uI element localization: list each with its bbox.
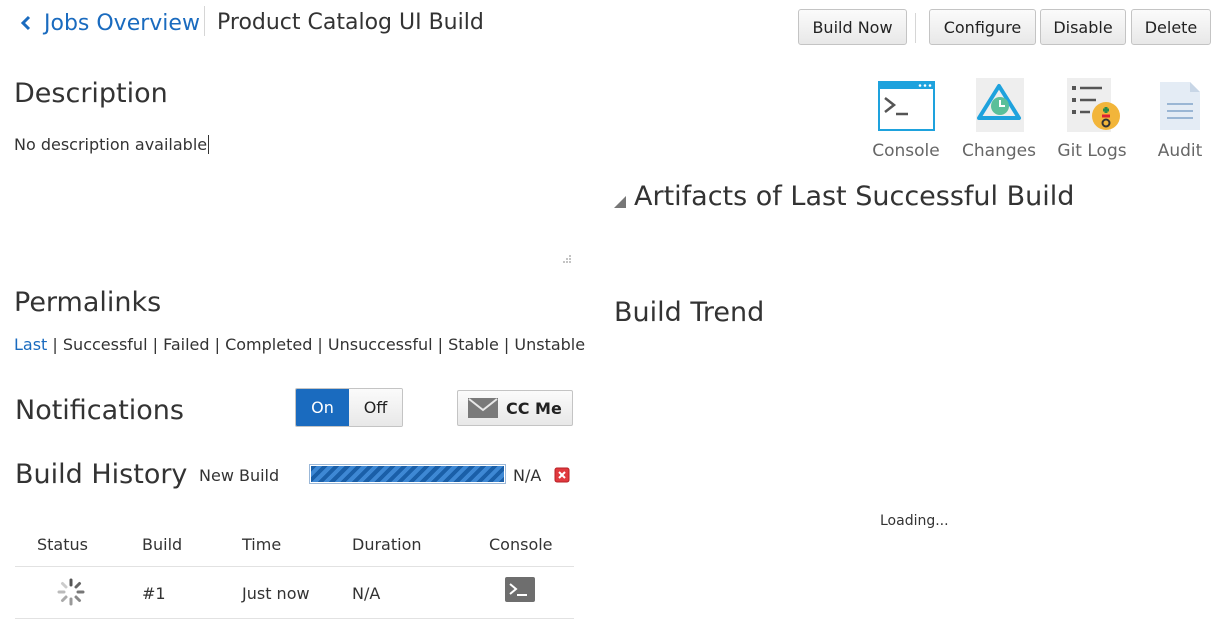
new-build-progress-bar: [309, 464, 506, 484]
build-history-title: Build History: [15, 459, 188, 490]
description-title: Description: [14, 78, 168, 109]
permalinks-list: Last | Successful | Failed | Completed |…: [14, 335, 585, 354]
changes-link-label: Changes: [962, 141, 1036, 161]
disable-button[interactable]: Disable: [1040, 9, 1126, 45]
changes-icon: [976, 78, 1024, 132]
cancel-build-icon[interactable]: [554, 467, 570, 483]
chevron-left-icon: [20, 15, 31, 31]
build-trend-title: Build Trend: [614, 297, 765, 328]
console-link-label: Console: [872, 141, 940, 161]
notifications-title: Notifications: [15, 395, 184, 426]
permalink-successful[interactable]: Successful: [63, 335, 148, 354]
cc-me-label: CC Me: [506, 398, 562, 418]
description-text[interactable]: No description available: [14, 135, 210, 154]
permalink-stable[interactable]: Stable: [448, 335, 499, 354]
permalink-unsuccessful[interactable]: Unsuccessful: [328, 335, 433, 354]
permalink-separator: |: [312, 335, 328, 354]
git-logs-icon: [1067, 78, 1120, 132]
audit-link-label: Audit: [1157, 141, 1203, 161]
build-trend-loading: Loading...: [880, 513, 949, 529]
changes-link[interactable]: Changes: [962, 78, 1036, 161]
column-header-console: Console: [489, 535, 553, 554]
column-header-build: Build: [142, 535, 183, 554]
notifications-toggle: On Off: [295, 388, 403, 427]
console-output-icon[interactable]: [505, 577, 535, 602]
new-build-label: New Build: [199, 466, 280, 485]
artifacts-section-header[interactable]: Artifacts of Last Successful Build: [613, 181, 1074, 212]
permalink-unstable[interactable]: Unstable: [514, 335, 585, 354]
configure-button[interactable]: Configure: [929, 9, 1036, 45]
page-title: Product Catalog UI Build: [217, 10, 484, 35]
envelope-icon: [468, 398, 498, 418]
table-row-divider: [15, 618, 574, 619]
permalink-separator: |: [47, 335, 63, 354]
notifications-off-option[interactable]: Off: [349, 389, 402, 426]
progress-fill: [311, 466, 504, 482]
permalinks-title: Permalinks: [14, 287, 162, 318]
cc-me-button[interactable]: CC Me: [457, 390, 573, 426]
git-logs-link[interactable]: Git Logs: [1056, 78, 1128, 161]
back-to-jobs-overview-link[interactable]: Jobs Overview: [18, 8, 200, 38]
console-link[interactable]: Console: [872, 78, 940, 161]
collapse-triangle-icon: [614, 195, 626, 208]
permalink-completed[interactable]: Completed: [225, 335, 312, 354]
progress-value: N/A: [513, 466, 542, 485]
build-time: Just now: [242, 584, 310, 603]
audit-link[interactable]: Audit: [1150, 78, 1210, 161]
build-now-button[interactable]: Build Now: [798, 9, 907, 45]
column-header-duration: Duration: [352, 535, 422, 554]
column-header-time: Time: [242, 535, 282, 554]
toolbar-divider: [915, 13, 916, 43]
permalink-separator: |: [498, 335, 515, 354]
back-link-label: Jobs Overview: [44, 10, 200, 36]
delete-button[interactable]: Delete: [1131, 9, 1211, 45]
audit-icon: [1160, 82, 1200, 130]
build-duration: N/A: [352, 584, 381, 603]
in-progress-spinner-icon: [57, 578, 85, 606]
resize-handle-icon[interactable]: [562, 254, 572, 264]
permalink-separator: |: [209, 335, 226, 354]
table-header-divider: [15, 566, 574, 567]
column-header-status: Status: [37, 535, 88, 554]
build-number-link[interactable]: #1: [142, 584, 166, 603]
permalink-separator: |: [432, 335, 449, 354]
permalink-failed[interactable]: Failed: [163, 335, 209, 354]
git-logs-link-label: Git Logs: [1057, 141, 1127, 161]
header-divider: [204, 6, 205, 36]
artifacts-title: Artifacts of Last Successful Build: [634, 181, 1075, 212]
permalink-separator: |: [147, 335, 164, 354]
permalink-last[interactable]: Last: [14, 335, 47, 354]
console-icon: [878, 81, 935, 131]
notifications-on-option[interactable]: On: [296, 389, 349, 426]
